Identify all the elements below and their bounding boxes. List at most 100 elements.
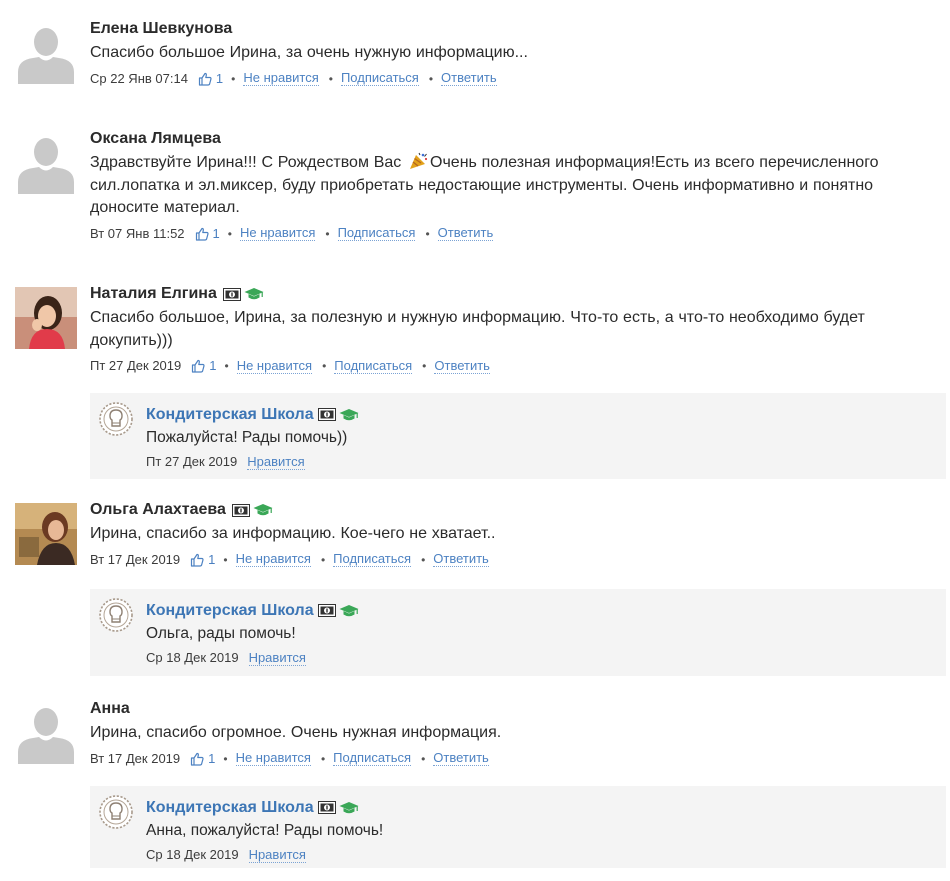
like-link[interactable]: Нравится	[248, 650, 306, 666]
default-avatar-icon[interactable]	[15, 132, 77, 194]
reply-body: Кондитерская Школа Пожалуйста! Рады помо…	[146, 404, 359, 471]
reply-meta: Ср 18 Дек 2019 Нравится	[146, 846, 383, 864]
comment-item: Ольга Алахтаева Ирина, спасибо за информ…	[0, 499, 950, 579]
comment-author: Наталия Елгина	[90, 283, 940, 305]
reply-author-name[interactable]: Кондитерская Школа	[146, 405, 314, 425]
reply-item: Кондитерская Школа Ольга, рады помочь! С…	[90, 589, 946, 676]
subscribe-link[interactable]: Подписаться	[333, 552, 412, 567]
separator-dot: •	[328, 71, 333, 86]
reply-author: Кондитерская Школа	[146, 797, 383, 818]
reply-link[interactable]: Ответить	[437, 226, 494, 241]
comment-meta: Вт 17 Дек 2019 1 • Не нравится • Подписа…	[90, 551, 940, 569]
comment-item: Оксана Лямцева Здравствуйте Ирина!!! С Р…	[0, 128, 950, 248]
dislike-link[interactable]: Не нравится	[236, 358, 313, 374]
comment-body: Наталия Елгина Спасибо большое, Ирина, з…	[90, 283, 940, 375]
thumbs-up-icon	[190, 752, 204, 766]
subscribe-link[interactable]: Подписаться	[340, 71, 419, 86]
school-logo-icon[interactable]	[98, 794, 134, 830]
dislike-link[interactable]: Не нравится	[239, 226, 316, 241]
graduation-cap-icon	[339, 408, 359, 422]
author-name[interactable]: Наталия Елгина	[90, 284, 217, 304]
separator-dot: •	[421, 552, 426, 567]
money-badge-icon	[318, 408, 336, 421]
author-name[interactable]: Елена Шевкунова	[90, 19, 232, 39]
separator-dot: •	[322, 359, 327, 373]
like-button[interactable]: 1	[190, 551, 215, 569]
separator-dot: •	[428, 71, 434, 86]
like-count: 1	[215, 70, 224, 86]
reply-date: Пт 27 Дек 2019	[146, 454, 238, 469]
comment-text-part: Здравствуйте Ирина!!! С Рождеством Вас	[90, 154, 407, 171]
comment-date: Ср 22 Янв 07:14	[90, 70, 188, 86]
comment-date: Пт 27 Дек 2019	[90, 358, 182, 373]
reply-author-name[interactable]: Кондитерская Школа	[146, 798, 314, 818]
reply-date: Ср 18 Дек 2019	[146, 847, 239, 862]
comment-meta: Вт 07 Янв 11:52 1 • Не нравится • Подпис…	[90, 225, 940, 243]
reply-link[interactable]: Ответить	[433, 751, 489, 766]
comment-text: Спасибо большое, Ирина, за полезную и ну…	[90, 309, 865, 349]
like-count: 1	[208, 750, 216, 766]
reply-link[interactable]: Ответить	[441, 71, 497, 86]
dislike-link[interactable]: Не нравится	[235, 751, 311, 766]
separator-dot: •	[223, 751, 228, 766]
comment-text: Здравствуйте Ирина!!! С Рождеством Вас О…	[90, 152, 940, 220]
comment-item: Наталия Елгина Спасибо большое, Ирина, з…	[0, 283, 950, 375]
comment-author: Оксана Лямцева	[90, 128, 940, 150]
separator-dot: •	[223, 552, 228, 567]
graduation-cap-icon	[339, 801, 359, 815]
like-link[interactable]: Нравится	[248, 847, 306, 863]
author-name[interactable]: Ольга Алахтаева	[90, 500, 226, 520]
reply-text: Ольга, рады помочь!	[146, 625, 296, 642]
reply-author-name[interactable]: Кондитерская Школа	[146, 601, 314, 621]
separator-dot: •	[320, 751, 326, 766]
user-photo[interactable]	[15, 287, 77, 349]
separator-dot: •	[224, 359, 229, 373]
reply-date: Ср 18 Дек 2019	[146, 650, 239, 665]
dislike-link[interactable]: Не нравится	[235, 552, 311, 567]
subscribe-link[interactable]: Подписаться	[333, 751, 412, 766]
subscribe-link[interactable]: Подписаться	[334, 358, 413, 374]
reply-body: Кондитерская Школа Анна, пожалуйста! Рад…	[146, 797, 383, 864]
comment-author: Елена Шевкунова	[90, 18, 940, 40]
reply-author: Кондитерская Школа	[146, 600, 359, 621]
reply-item: Кондитерская Школа Анна, пожалуйста! Рад…	[90, 786, 946, 868]
reply-body: Кондитерская Школа Ольга, рады помочь! С…	[146, 600, 359, 667]
comment-date: Вт 17 Дек 2019	[90, 551, 181, 567]
reply-item: Кондитерская Школа Пожалуйста! Рады помо…	[90, 393, 946, 479]
like-button[interactable]: 1	[191, 357, 216, 375]
author-name[interactable]: Оксана Лямцева	[90, 129, 221, 149]
school-logo-icon[interactable]	[98, 597, 134, 633]
default-avatar-icon[interactable]	[15, 22, 77, 84]
money-badge-icon	[318, 604, 336, 617]
comment-body: Ольга Алахтаева Ирина, спасибо за информ…	[90, 499, 940, 569]
like-button[interactable]: 1	[190, 750, 215, 768]
like-button[interactable]: 1	[198, 70, 223, 88]
school-logo-icon[interactable]	[98, 401, 134, 437]
separator-dot: •	[320, 552, 326, 567]
dislike-link[interactable]: Не нравится	[243, 71, 319, 86]
comment-body: Анна Ирина, спасибо огромное. Очень нужн…	[90, 698, 940, 768]
separator-dot: •	[227, 226, 232, 241]
reply-link[interactable]: Ответить	[434, 358, 490, 374]
comment-date: Вт 07 Янв 11:52	[90, 225, 185, 241]
like-button[interactable]: 1	[195, 225, 220, 243]
money-badge-icon	[318, 801, 336, 814]
default-avatar-icon[interactable]	[15, 702, 77, 764]
comment-item: Елена Шевкунова Спасибо большое Ирина, з…	[0, 18, 950, 108]
reply-link[interactable]: Ответить	[433, 552, 489, 567]
separator-dot: •	[325, 226, 330, 241]
author-name[interactable]: Анна	[90, 699, 130, 719]
graduation-cap-icon	[253, 503, 273, 517]
like-count: 1	[209, 358, 217, 373]
user-photo[interactable]	[15, 503, 77, 565]
separator-dot: •	[231, 71, 236, 86]
comment-body: Елена Шевкунова Спасибо большое Ирина, з…	[90, 18, 940, 88]
separator-dot: •	[421, 751, 426, 766]
money-badge-icon	[232, 504, 250, 517]
comment-date: Вт 17 Дек 2019	[90, 750, 181, 766]
like-link[interactable]: Нравится	[247, 454, 305, 470]
subscribe-link[interactable]: Подписаться	[337, 226, 416, 241]
comment-text: Ирина, спасибо огромное. Очень нужная ин…	[90, 724, 502, 741]
reply-author: Кондитерская Школа	[146, 404, 359, 425]
thumbs-up-icon	[195, 227, 209, 241]
